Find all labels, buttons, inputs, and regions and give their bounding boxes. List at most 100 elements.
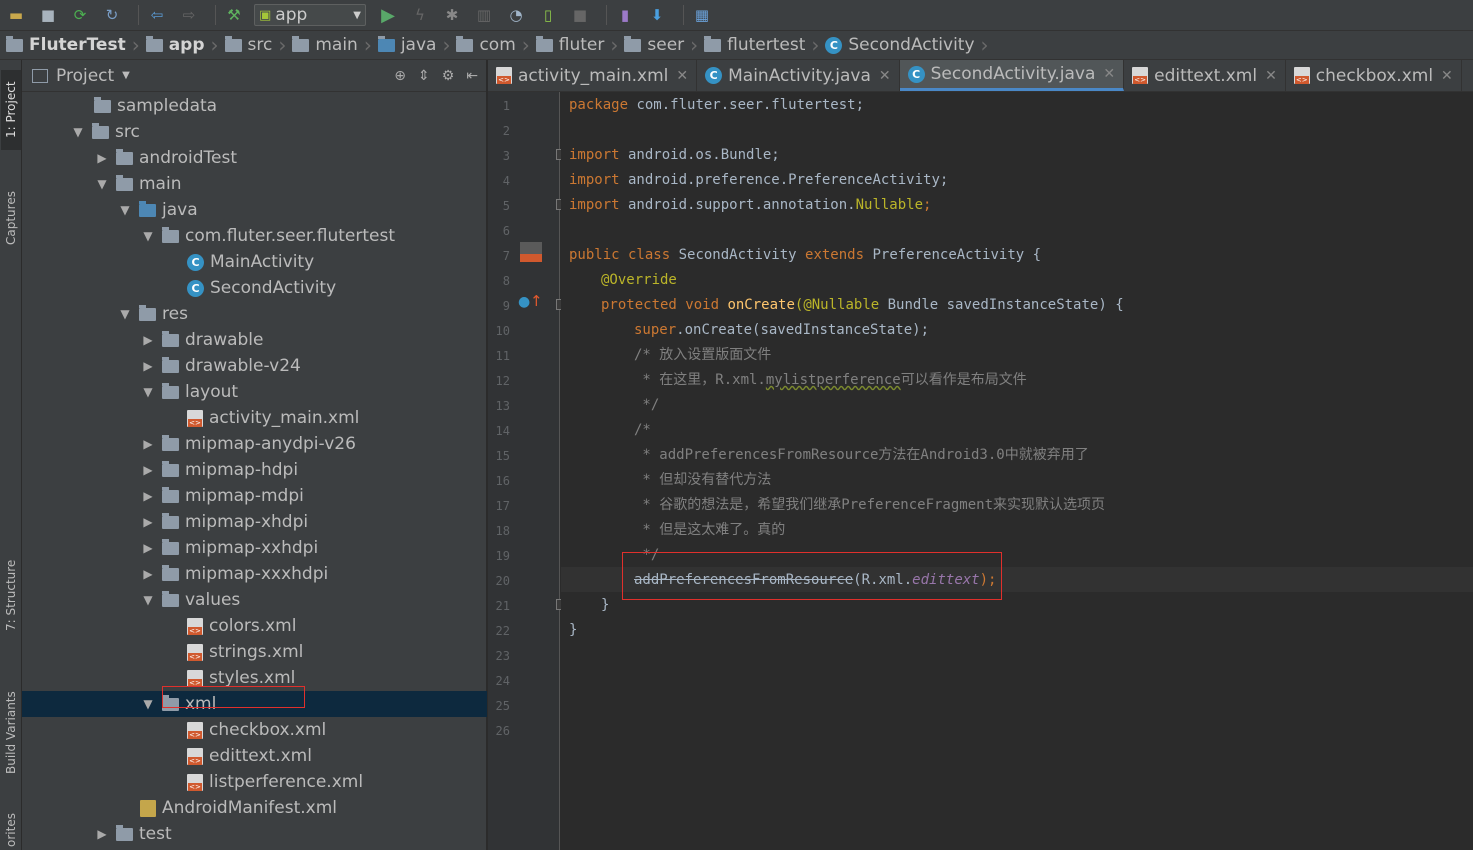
refresh-icon[interactable]: ↻ (100, 4, 124, 26)
attach-debugger-icon[interactable]: ▥ (472, 4, 496, 26)
close-icon[interactable]: ✕ (676, 68, 688, 84)
tree-item-values[interactable]: ▼ values (22, 587, 487, 613)
project-view-select[interactable]: Project (56, 66, 114, 86)
collapsed-arrow-icon[interactable]: ▶ (140, 541, 156, 555)
tree-item-mipmap-anydpi-v26[interactable]: ▶ mipmap-anydpi-v26 (22, 431, 487, 457)
save-icon[interactable]: ■ (36, 4, 60, 26)
tab-edittext-xml[interactable]: edittext.xml ✕ (1124, 60, 1286, 91)
close-icon[interactable]: ✕ (879, 68, 891, 84)
tool-tab-build-variants[interactable]: Build Variants (1, 675, 21, 790)
breadcrumb-secondactivity[interactable]: C SecondActivity › (825, 33, 989, 57)
tree-item-mainactivity[interactable]: C MainActivity (22, 249, 487, 275)
editor-gutter[interactable]: 1 2 3 4 5 6 7 8 9 10 11 12 13 14 15 16 1… (488, 92, 566, 850)
sdk-manager-icon[interactable]: ⬇ (645, 4, 669, 26)
debug-icon[interactable]: ✱ (440, 4, 464, 26)
breadcrumb-module[interactable]: app › (145, 33, 219, 57)
tree-item-checkbox-xml[interactable]: checkbox.xml (22, 717, 487, 743)
tree-item-strings-xml[interactable]: strings.xml (22, 639, 487, 665)
close-icon[interactable]: ✕ (1265, 68, 1277, 84)
collapsed-arrow-icon[interactable]: ▶ (94, 827, 110, 841)
tree-item-mipmap-xxhdpi[interactable]: ▶ mipmap-xxhdpi (22, 535, 487, 561)
open-folder-icon[interactable]: ▬ (4, 4, 28, 26)
expanded-arrow-icon[interactable]: ▼ (117, 307, 133, 321)
tool-tab-captures[interactable]: Captures (1, 178, 21, 258)
chevron-down-icon[interactable]: ▼ (122, 70, 130, 81)
tree-item-edittext-xml[interactable]: edittext.xml (22, 743, 487, 769)
tree-item-java[interactable]: ▼ java (22, 197, 487, 223)
tree-item-secondactivity[interactable]: C SecondActivity (22, 275, 487, 301)
collapsed-arrow-icon[interactable]: ▶ (94, 151, 110, 165)
apply-changes-icon[interactable]: ϟ (408, 4, 432, 26)
breadcrumb-project[interactable]: FluterTest › (6, 33, 140, 57)
tree-item-res[interactable]: ▼ res (22, 301, 487, 327)
tree-item-sampledata[interactable]: sampledata (22, 93, 487, 119)
expanded-arrow-icon[interactable]: ▼ (140, 697, 156, 711)
run-icon[interactable]: ▶ (376, 4, 400, 26)
expanded-arrow-icon[interactable]: ▼ (140, 593, 156, 607)
collapsed-arrow-icon[interactable]: ▶ (140, 333, 156, 347)
tree-item-test[interactable]: ▶ test (22, 821, 487, 847)
tree-item-activity-main-xml[interactable]: activity_main.xml (22, 405, 487, 431)
tree-item-mipmap-xhdpi[interactable]: ▶ mipmap-xhdpi (22, 509, 487, 535)
close-icon[interactable]: ✕ (1103, 66, 1115, 82)
collapsed-arrow-icon[interactable]: ▶ (140, 567, 156, 581)
tree-item-main[interactable]: ▼ main (22, 171, 487, 197)
expanded-arrow-icon[interactable]: ▼ (140, 385, 156, 399)
attach-process-icon[interactable]: ▯ (536, 4, 560, 26)
tab-secondactivity-java[interactable]: C SecondActivity.java ✕ (899, 60, 1125, 91)
gear-icon[interactable]: ⚙ (442, 68, 455, 84)
run-configuration-select[interactable]: ▣ app ▼ (254, 4, 366, 26)
avd-manager-icon[interactable]: ▮ (613, 4, 637, 26)
project-structure-icon[interactable]: ▦ (690, 4, 714, 26)
back-icon[interactable]: ⇦ (145, 4, 169, 26)
breadcrumb-java[interactable]: java › (377, 33, 450, 57)
breadcrumb-flutertest[interactable]: flutertest › (704, 33, 819, 57)
left-tool-strip: 1: Project Captures 7: Structure Build V… (0, 60, 22, 850)
tree-item-drawable[interactable]: ▶ drawable (22, 327, 487, 353)
tree-item-mipmap-hdpi[interactable]: ▶ mipmap-hdpi (22, 457, 487, 483)
tree-item-androidtest[interactable]: ▶ androidTest (22, 145, 487, 171)
code-editor[interactable]: package com.fluter.seer.flutertest; impo… (561, 92, 1473, 850)
tab-mainactivity-java[interactable]: C MainActivity.java ✕ (697, 60, 900, 91)
expanded-arrow-icon[interactable]: ▼ (70, 125, 86, 139)
tool-tab-favorites[interactable]: orites (1, 810, 21, 850)
expanded-arrow-icon[interactable]: ▼ (117, 203, 133, 217)
tree-item-drawable-v24[interactable]: ▶ drawable-v24 (22, 353, 487, 379)
tree-item-mipmap-xxxhdpi[interactable]: ▶ mipmap-xxxhdpi (22, 561, 487, 587)
breadcrumb-com[interactable]: com › (456, 33, 530, 57)
tree-item-src[interactable]: ▼ src (22, 119, 487, 145)
breadcrumb-main[interactable]: main › (292, 33, 372, 57)
profile-icon[interactable]: ◔ (504, 4, 528, 26)
close-icon[interactable]: ✕ (1441, 68, 1453, 84)
locate-icon[interactable]: ⊕ (394, 68, 406, 84)
collapse-all-icon[interactable]: ⇕ (418, 68, 430, 84)
stop-icon[interactable]: ■ (568, 4, 592, 26)
sync-icon[interactable]: ⟳ (68, 4, 92, 26)
collapsed-arrow-icon[interactable]: ▶ (140, 463, 156, 477)
tab-checkbox-xml[interactable]: checkbox.xml ✕ (1286, 60, 1462, 91)
collapsed-arrow-icon[interactable]: ▶ (140, 359, 156, 373)
hide-panel-icon[interactable]: ⇤ (466, 68, 478, 84)
collapsed-arrow-icon[interactable]: ▶ (140, 515, 156, 529)
tree-item-package[interactable]: ▼ com.fluter.seer.flutertest (22, 223, 487, 249)
collapsed-arrow-icon[interactable]: ▶ (140, 437, 156, 451)
breadcrumb-src[interactable]: src › (224, 33, 286, 57)
tree-item-colors-xml[interactable]: colors.xml (22, 613, 487, 639)
tab-activity-main-xml[interactable]: activity_main.xml ✕ (488, 60, 698, 91)
layout-file-gutter-icon[interactable] (520, 242, 542, 262)
overrides-up-arrow-icon[interactable]: ↑ (530, 292, 543, 310)
forward-icon[interactable]: ⇨ (177, 4, 201, 26)
tree-item-mipmap-mdpi[interactable]: ▶ mipmap-mdpi (22, 483, 487, 509)
expanded-arrow-icon[interactable]: ▼ (140, 229, 156, 243)
tool-tab-project[interactable]: 1: Project (1, 70, 21, 150)
breadcrumb-seer[interactable]: seer › (624, 33, 698, 57)
collapsed-arrow-icon[interactable]: ▶ (140, 489, 156, 503)
expanded-arrow-icon[interactable]: ▼ (94, 177, 110, 191)
build-hammer-icon[interactable]: ⚒ (222, 4, 246, 26)
breadcrumb-fluter[interactable]: fluter › (535, 33, 618, 57)
tree-item-androidmanifest[interactable]: AndroidManifest.xml (22, 795, 487, 821)
override-method-icon[interactable]: ● (518, 294, 530, 310)
tree-item-layout[interactable]: ▼ layout (22, 379, 487, 405)
tree-item-listperference-xml[interactable]: listperference.xml (22, 769, 487, 795)
tool-tab-structure[interactable]: 7: Structure (1, 545, 21, 645)
